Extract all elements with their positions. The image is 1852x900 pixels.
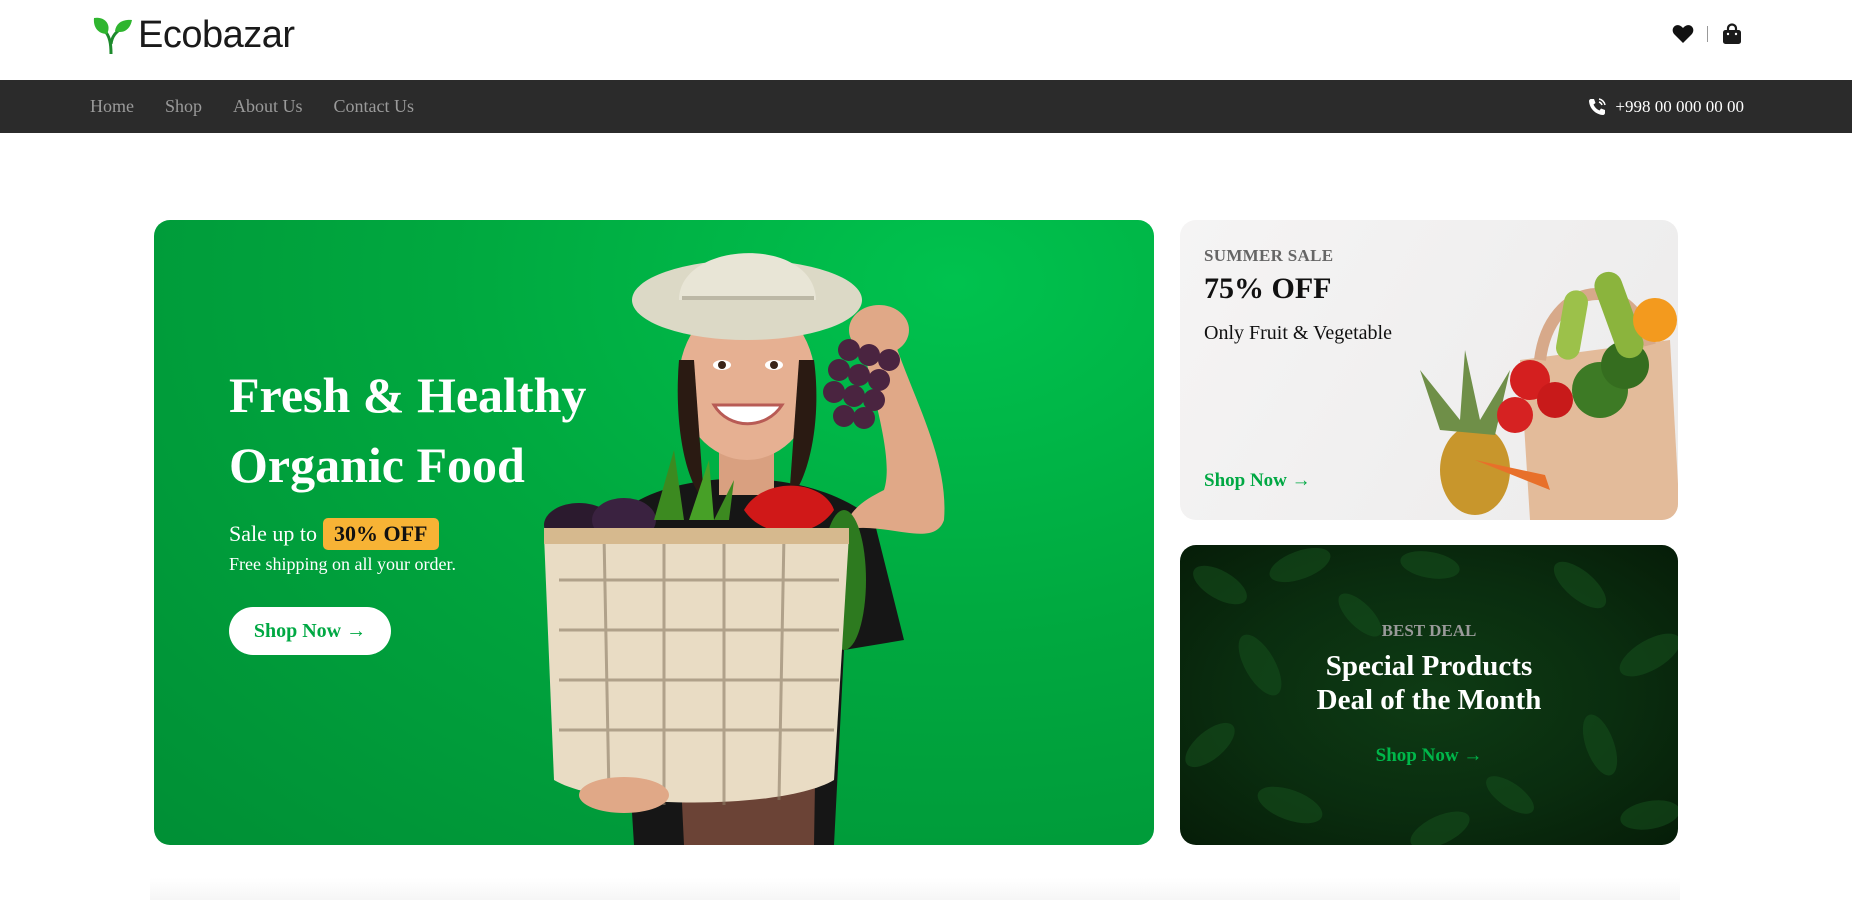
section-divider-shadow [150,878,1680,900]
nav-item-contact-us[interactable]: Contact Us [334,96,415,117]
hero-title: Fresh & Healthy Organic Food [229,367,587,493]
main-navbar: Home Shop About Us Contact Us +998 00 00… [0,80,1852,133]
best-deal-card: BEST DEAL Special Products Deal of the M… [1180,545,1678,845]
best-deal-title-line-1: Special Products [1325,650,1533,682]
header-divider [1707,26,1708,42]
leaf-logo-icon [93,17,132,55]
nav-item-about-us[interactable]: About Us [233,96,303,117]
best-deal-title-line-2: Deal of the Month [1316,684,1542,716]
hero-banner: Fresh & Healthy Organic Food Sale up to … [154,220,1154,845]
summer-sale-discount: 75% OFF [1204,272,1332,305]
heart-icon[interactable] [1671,22,1695,46]
brand-name: Ecobazar [138,13,295,56]
phone-call-icon [1589,97,1607,115]
discount-badge: 30% OFF [323,518,439,550]
nav-menu: Home Shop About Us Contact Us [90,80,414,133]
top-header: Ecobazar [0,0,1852,80]
shopping-bag-icon[interactable] [1720,22,1744,46]
summer-sale-label: SUMMER SALE [1204,246,1334,265]
best-deal-title: Special Products Deal of the Month [1180,649,1678,717]
nav-item-shop[interactable]: Shop [165,96,202,117]
summer-sale-card: SUMMER SALE 75% OFF Only Fruit & Vegetab… [1180,220,1678,520]
phone-contact[interactable]: +998 00 000 00 00 [1587,80,1744,133]
header-actions [1671,22,1744,46]
vegetable-bag-illustration [1420,271,1678,520]
shipping-note: Free shipping on all your order. [229,554,456,574]
farmer-woman-illustration [544,253,945,845]
sale-prefix: Sale up to [229,521,317,546]
hero-sale-line: Sale up to 30% OFF [229,518,439,550]
brand-logo[interactable]: Ecobazar [90,14,295,56]
summer-sale-subtitle: Only Fruit & Vegetable [1204,322,1392,344]
phone-number: +998 00 000 00 00 [1615,96,1744,116]
hero-shop-now-button[interactable]: Shop Now → [229,607,391,655]
best-deal-label: BEST DEAL [1381,621,1477,640]
summer-sale-shop-now-link[interactable]: Shop Now → [1204,470,1311,492]
nav-item-home[interactable]: Home [90,96,134,117]
best-deal-shop-now-link[interactable]: Shop Now → [1180,745,1678,767]
